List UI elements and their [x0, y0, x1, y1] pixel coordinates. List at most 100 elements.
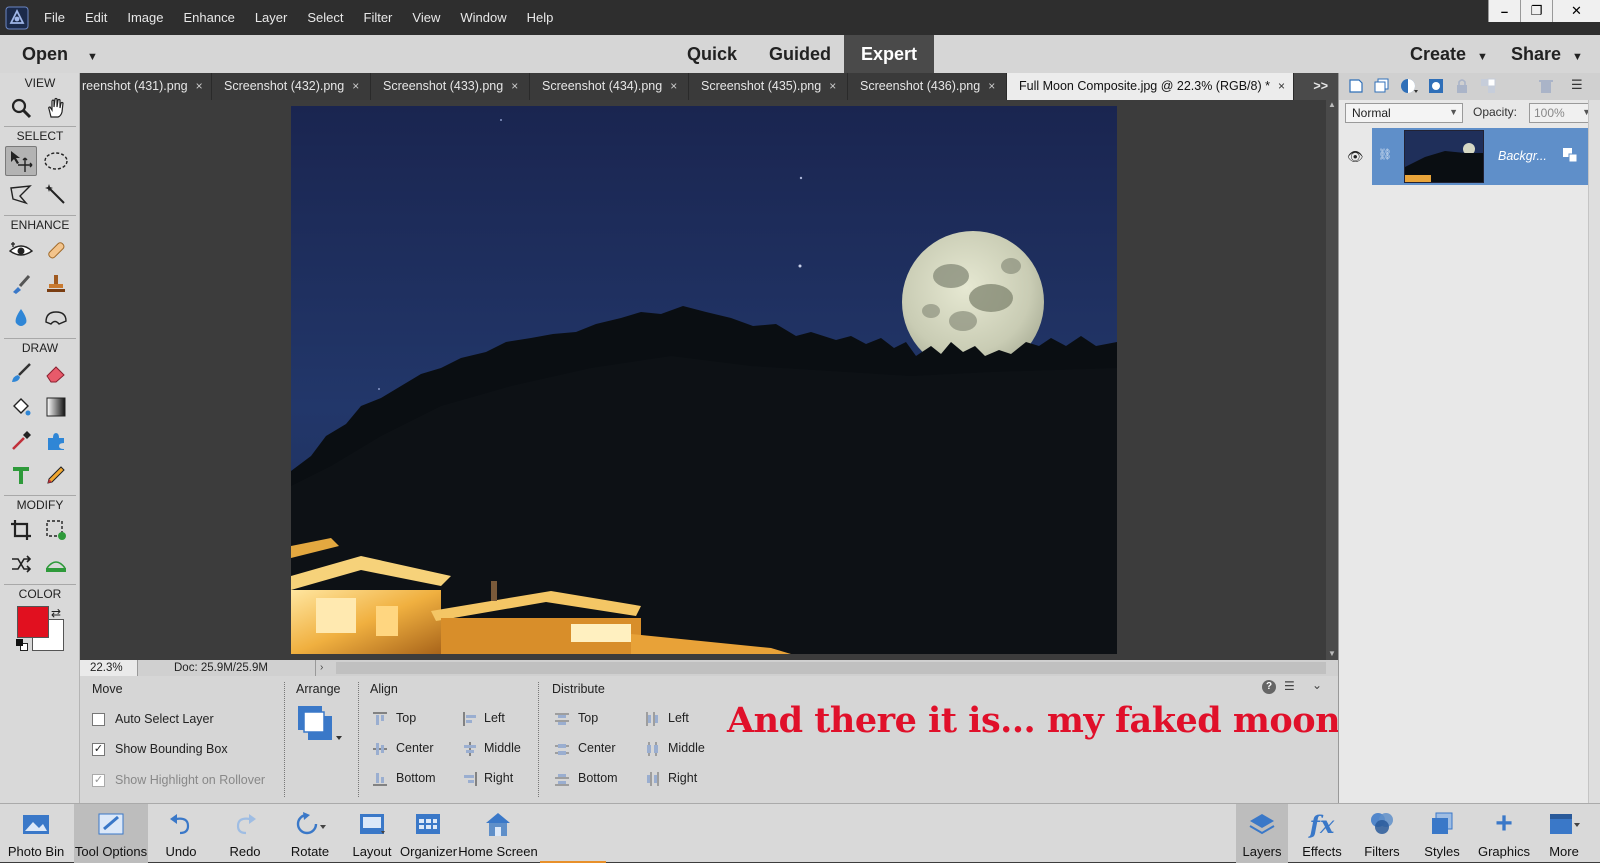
opacity-field[interactable]: 100% ▼ — [1529, 103, 1595, 123]
blend-mode-select[interactable]: Normal ▼ — [1345, 103, 1463, 123]
sponge-tool[interactable] — [40, 303, 72, 333]
menu-edit[interactable]: Edit — [75, 0, 117, 35]
lock-transparency-icon[interactable] — [1479, 77, 1497, 95]
redo-button[interactable]: Redo — [214, 804, 276, 863]
layers-scrollbar[interactable] — [1588, 100, 1600, 803]
show-highlight-checkbox[interactable]: ✓ — [92, 774, 105, 787]
horizontal-scrollbar[interactable] — [336, 662, 1326, 674]
distribute-top-icon[interactable] — [554, 711, 570, 727]
help-icon[interactable]: ? — [1262, 680, 1276, 694]
distribute-center-label[interactable]: Center — [578, 741, 616, 755]
layer-mask-icon[interactable] — [1427, 77, 1445, 95]
align-right-icon[interactable] — [462, 771, 478, 787]
hand-tool[interactable] — [40, 93, 72, 123]
custom-shape-tool[interactable] — [40, 426, 72, 456]
close-icon[interactable]: × — [670, 79, 677, 93]
layout-button[interactable]: Layout — [344, 804, 400, 863]
menu-filter[interactable]: Filter — [354, 0, 403, 35]
layer-row-background[interactable]: ⛓ Backgr... — [1372, 128, 1597, 185]
align-right-label[interactable]: Right — [484, 771, 513, 785]
menu-enhance[interactable]: Enhance — [174, 0, 245, 35]
photo-bin-button[interactable]: Photo Bin — [0, 804, 72, 863]
spot-healing-tool[interactable] — [40, 235, 72, 265]
menu-layer[interactable]: Layer — [245, 0, 298, 35]
eyedropper-tool[interactable] — [5, 426, 37, 456]
menu-help[interactable]: Help — [517, 0, 564, 35]
create-button[interactable]: Create ▼ — [1410, 35, 1488, 73]
close-icon[interactable]: × — [196, 79, 203, 93]
default-colors-icon[interactable] — [16, 639, 28, 651]
tab-screenshot-433[interactable]: Screenshot (433).png × — [371, 73, 530, 100]
zoom-tool[interactable] — [5, 93, 37, 123]
elliptical-marquee-tool[interactable] — [40, 146, 72, 176]
undo-button[interactable]: Undo — [150, 804, 212, 863]
distribute-bottom-icon[interactable] — [554, 771, 570, 787]
close-icon[interactable]: × — [988, 79, 995, 93]
tab-quick[interactable]: Quick — [676, 35, 748, 73]
link-icon[interactable]: ⛓ — [1378, 148, 1392, 161]
tab-screenshot-435[interactable]: Screenshot (435).png × — [689, 73, 848, 100]
trash-icon[interactable] — [1537, 77, 1555, 95]
align-middle-icon[interactable] — [462, 741, 478, 757]
distribute-bottom-label[interactable]: Bottom — [578, 771, 618, 785]
rotate-button[interactable]: Rotate — [278, 804, 342, 863]
swap-colors-icon[interactable]: ⇄ — [51, 606, 61, 620]
content-aware-move-tool[interactable] — [5, 549, 37, 579]
filters-button[interactable]: Filters — [1356, 804, 1408, 863]
align-center-icon[interactable] — [372, 741, 388, 757]
tab-guided[interactable]: Guided — [758, 35, 842, 73]
minimize-button[interactable]: – — [1488, 0, 1520, 22]
layers-button[interactable]: Layers — [1236, 804, 1288, 863]
eraser-tool[interactable] — [40, 358, 72, 388]
restore-button[interactable]: ❐ — [1520, 0, 1552, 22]
red-eye-tool[interactable] — [5, 235, 37, 265]
home-screen-button[interactable]: Home Screen — [458, 804, 538, 863]
smart-brush-tool[interactable] — [5, 269, 37, 299]
tool-options-button[interactable]: Tool Options — [74, 804, 148, 863]
tab-screenshot-436[interactable]: Screenshot (436).png × — [848, 73, 1007, 100]
distribute-right-label[interactable]: Right — [668, 771, 697, 785]
tab-screenshot-431[interactable]: reenshot (431).png × — [80, 73, 212, 100]
blur-tool[interactable] — [5, 303, 37, 333]
tab-expert[interactable]: Expert — [844, 35, 934, 73]
layer-name[interactable]: Backgr... — [1498, 149, 1547, 163]
align-bottom-label[interactable]: Bottom — [396, 771, 436, 785]
open-button[interactable]: Open ▼ — [22, 35, 98, 73]
panel-menu-icon[interactable]: ☰ — [1571, 77, 1583, 93]
auto-select-layer-checkbox[interactable] — [92, 713, 105, 726]
tab-full-moon-composite[interactable]: Full Moon Composite.jpg @ 22.3% (RGB/8) … — [1007, 73, 1294, 100]
distribute-top-label[interactable]: Top — [578, 711, 598, 725]
align-bottom-icon[interactable] — [372, 771, 388, 787]
distribute-right-icon[interactable] — [644, 771, 660, 787]
pencil-tool[interactable] — [40, 460, 72, 490]
tab-screenshot-432[interactable]: Screenshot (432).png × — [212, 73, 371, 100]
distribute-middle-icon[interactable] — [644, 741, 660, 757]
zoom-readout[interactable]: 22.3% — [80, 660, 138, 676]
lasso-tool[interactable] — [5, 180, 37, 210]
close-icon[interactable]: × — [511, 79, 518, 93]
paint-bucket-tool[interactable] — [5, 392, 37, 422]
graphics-button[interactable]: + Graphics — [1476, 804, 1532, 863]
align-top-label[interactable]: Top — [396, 711, 416, 725]
gradient-tool[interactable] — [40, 392, 72, 422]
distribute-left-icon[interactable] — [644, 711, 660, 727]
straighten-tool[interactable] — [40, 549, 72, 579]
close-icon[interactable]: × — [352, 79, 359, 93]
brush-tool[interactable] — [5, 358, 37, 388]
panel-menu-icon[interactable]: ☰ — [1284, 679, 1295, 693]
tab-screenshot-434[interactable]: Screenshot (434).png × — [530, 73, 689, 100]
menu-image[interactable]: Image — [117, 0, 173, 35]
close-icon[interactable]: × — [829, 79, 836, 93]
collapse-chevron-icon[interactable]: ⌄ — [1312, 678, 1322, 692]
arrange-button[interactable] — [296, 704, 346, 746]
align-left-label[interactable]: Left — [484, 711, 505, 725]
vertical-scrollbar[interactable]: ▲ ▼ — [1326, 100, 1338, 660]
align-middle-label[interactable]: Middle — [484, 741, 521, 755]
quick-selection-tool[interactable] — [40, 180, 72, 210]
tabs-overflow-button[interactable]: >> — [1294, 73, 1338, 100]
more-button[interactable]: More — [1538, 804, 1590, 863]
crop-tool[interactable] — [5, 515, 37, 545]
new-layer-icon[interactable] — [1347, 77, 1365, 95]
share-button[interactable]: Share ▼ — [1511, 35, 1583, 73]
scroll-down-icon[interactable]: ▼ — [1328, 649, 1336, 658]
